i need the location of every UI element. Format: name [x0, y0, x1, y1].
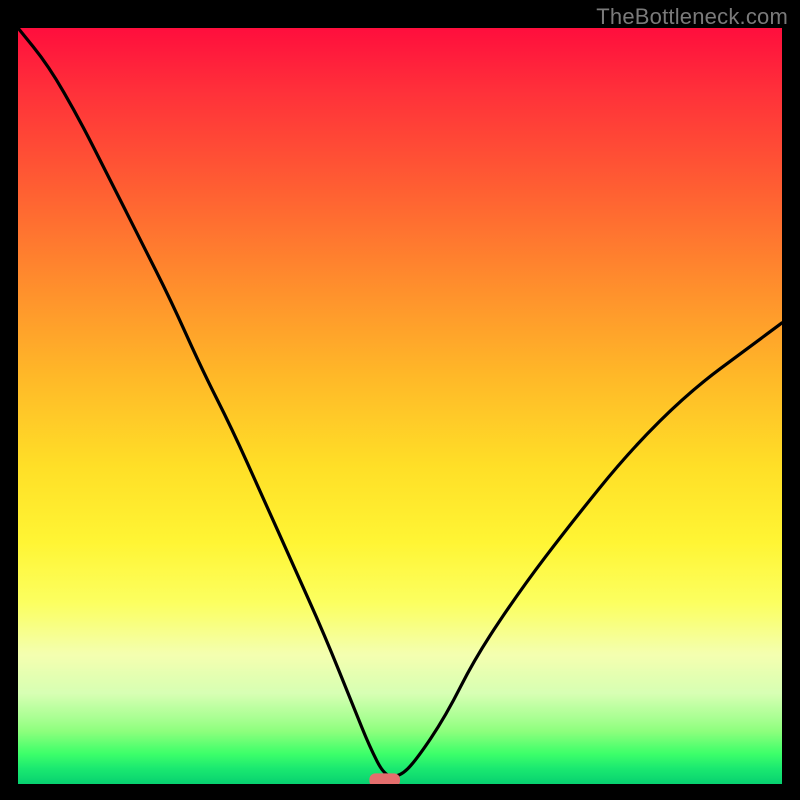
plot-area — [18, 28, 782, 784]
watermark-text: TheBottleneck.com — [596, 4, 788, 30]
optimum-marker — [369, 773, 400, 784]
app-frame: TheBottleneck.com — [0, 0, 800, 800]
chart-svg — [18, 28, 782, 784]
bottleneck-curve — [18, 28, 782, 776]
